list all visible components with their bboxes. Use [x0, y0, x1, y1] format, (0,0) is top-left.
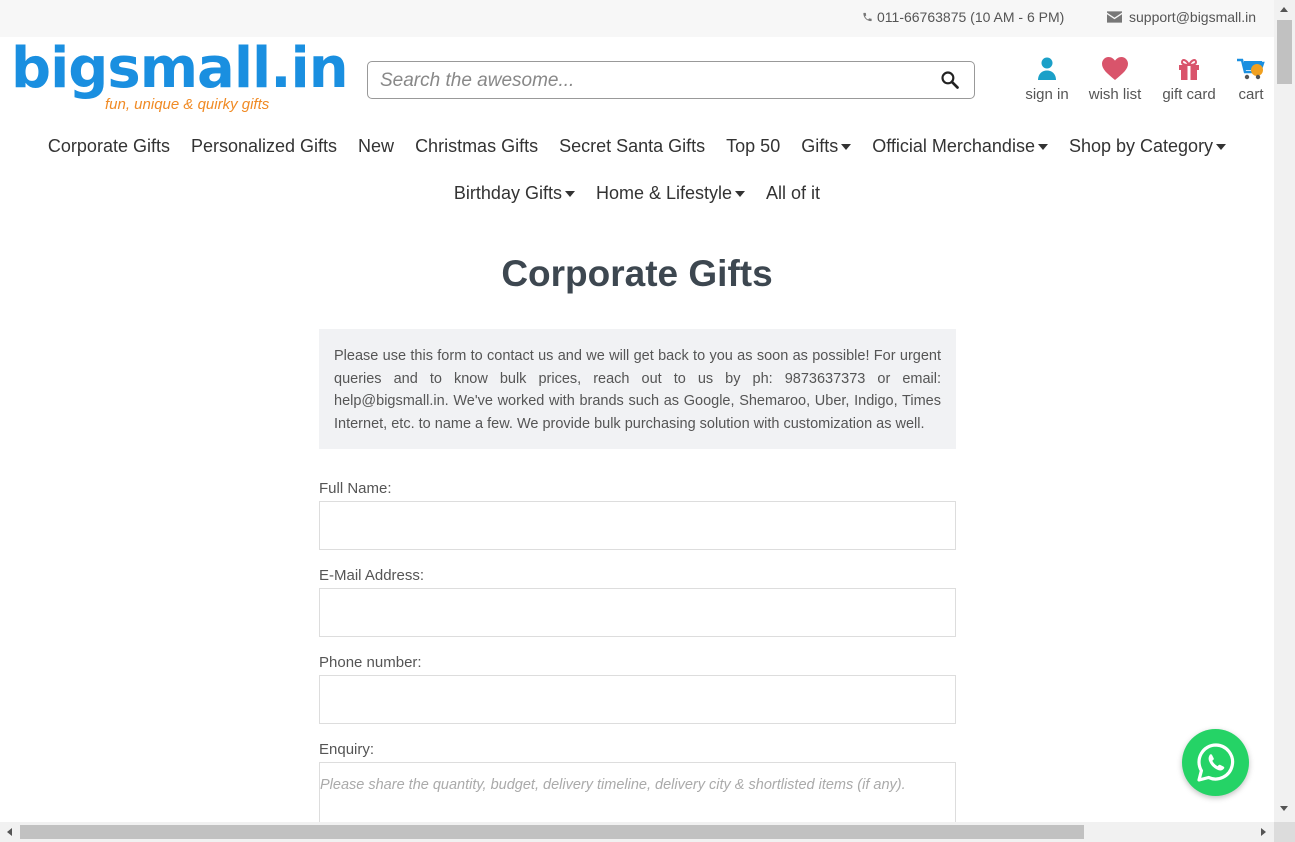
whatsapp-icon: [1196, 742, 1234, 782]
phone-label: Phone number:: [319, 654, 422, 671]
horizontal-scroll-thumb[interactable]: [20, 825, 1084, 839]
vertical-scroll-thumb[interactable]: [1277, 20, 1292, 84]
whatsapp-button[interactable]: [1182, 729, 1249, 796]
nav-label: All of it: [766, 183, 821, 203]
gift-card-label: gift card: [1162, 86, 1216, 103]
logo-tagline: fun, unique & quirky gifts: [105, 96, 270, 113]
nav-top-50[interactable]: Top 50: [726, 136, 780, 157]
nav-christmas-gifts[interactable]: Christmas Gifts: [415, 136, 538, 157]
sign-in-label: sign in: [1025, 86, 1069, 103]
phone-icon: [863, 12, 872, 22]
scrollbar-corner: [1274, 822, 1295, 842]
nav-label: Home & Lifestyle: [595, 183, 733, 203]
nav-corporate-gifts[interactable]: Corporate Gifts: [48, 136, 170, 157]
search-icon[interactable]: [940, 70, 960, 95]
caret-down-icon: [564, 190, 575, 197]
caret-down-icon: [1216, 143, 1227, 150]
wish-list-link[interactable]: wish list: [1086, 56, 1144, 103]
heart-icon: [1102, 57, 1128, 80]
cart-link[interactable]: cart: [1232, 56, 1270, 103]
nav-label: Christmas Gifts: [415, 136, 539, 156]
scroll-left-arrow[interactable]: [7, 828, 12, 836]
nav-label: Personalized Gifts: [190, 136, 338, 156]
support-phone-text: 011-66763875 (10 AM - 6 PM): [877, 9, 1065, 25]
support-email[interactable]: support@bigsmall.in: [1107, 9, 1256, 25]
search-input[interactable]: [380, 69, 920, 93]
envelope-icon: [1107, 11, 1122, 23]
wish-list-label: wish list: [1088, 86, 1142, 103]
nav-label: Official Merchandise: [872, 136, 1035, 156]
enquiry-textarea[interactable]: [320, 763, 955, 831]
gift-icon: [1179, 59, 1199, 80]
nav-label: Birthday Gifts: [453, 183, 562, 203]
phone-field-box: [319, 675, 956, 724]
email-label: E-Mail Address:: [319, 567, 425, 584]
caret-down-icon: [841, 143, 852, 150]
email-field[interactable]: [320, 589, 955, 636]
cart-icon: [1237, 58, 1265, 80]
sign-in-link[interactable]: sign in: [1025, 56, 1069, 103]
nav-official-merchandise-dropdown[interactable]: Official Merchandise: [872, 136, 1048, 157]
nav-label: Gifts: [801, 136, 839, 156]
nav-label: Shop by Category: [1068, 136, 1214, 156]
nav-home-lifestyle-dropdown[interactable]: Home & Lifestyle: [595, 183, 746, 204]
gift-card-link[interactable]: gift card: [1160, 56, 1218, 103]
scroll-down-arrow[interactable]: [1280, 806, 1288, 811]
full-name-label: Full Name:: [319, 480, 392, 497]
horizontal-scrollbar[interactable]: [0, 822, 1274, 842]
nav-secret-santa-gifts[interactable]: Secret Santa Gifts: [559, 136, 705, 157]
phone-field[interactable]: [320, 676, 955, 723]
corporate-notice: Please use this form to contact us and w…: [319, 329, 956, 449]
email-field-box: [319, 588, 956, 637]
nav-birthday-gifts-dropdown[interactable]: Birthday Gifts: [454, 183, 575, 204]
nav-all-of-it[interactable]: All of it: [766, 183, 820, 204]
nav-label: Top 50: [726, 136, 781, 156]
site-logo[interactable]: bigsmall.in fun, unique & quirky gifts: [11, 36, 349, 118]
page-title: Corporate Gifts: [501, 253, 773, 294]
scroll-up-arrow[interactable]: [1280, 7, 1288, 12]
nav-gifts-dropdown[interactable]: Gifts: [801, 136, 852, 157]
search-bar: [367, 61, 975, 99]
top-bar: 011-66763875 (10 AM - 6 PM) support@bigs…: [0, 0, 1274, 37]
caret-down-icon: [1037, 143, 1048, 150]
cart-label: cart: [1238, 86, 1264, 103]
support-phone[interactable]: 011-66763875 (10 AM - 6 PM): [862, 9, 1064, 25]
full-name-field[interactable]: [320, 502, 955, 549]
nav-new[interactable]: New: [358, 136, 394, 157]
logo-brand: bigsmall.in: [11, 36, 349, 101]
nav-label: Corporate Gifts: [47, 136, 170, 156]
support-email-text: support@bigsmall.in: [1129, 9, 1257, 25]
vertical-scrollbar[interactable]: [1274, 0, 1295, 822]
user-icon: [1038, 57, 1056, 80]
enquiry-label: Enquiry:: [319, 741, 375, 758]
full-name-field-box: [319, 501, 956, 550]
nav-personalized-gifts[interactable]: Personalized Gifts: [191, 136, 337, 157]
main-nav-row-2: Birthday Gifts Home & Lifestyle All of i…: [0, 183, 1274, 204]
main-nav-row-1: Corporate Gifts Personalized Gifts New C…: [0, 136, 1274, 157]
nav-label: Secret Santa Gifts: [559, 136, 706, 156]
nav-label: New: [358, 136, 395, 156]
scroll-right-arrow[interactable]: [1261, 828, 1266, 836]
caret-down-icon: [735, 190, 746, 197]
nav-shop-by-category-dropdown[interactable]: Shop by Category: [1068, 136, 1227, 157]
